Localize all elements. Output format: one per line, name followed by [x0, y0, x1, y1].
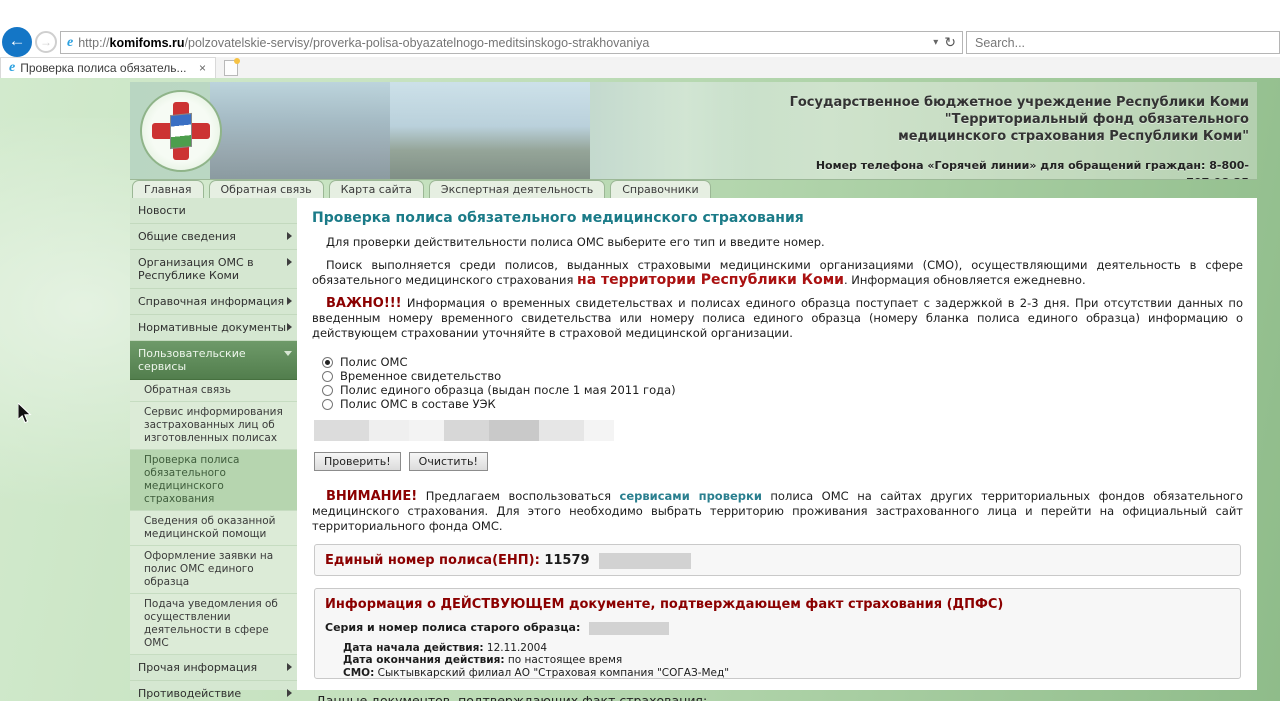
sidebar-subitem-policy-request[interactable]: Оформление заявки на полис ОМС единого о… — [130, 546, 297, 594]
komi-flag-icon — [170, 112, 192, 150]
enp-box: Единый номер полиса(ЕНП): 11579 — [314, 544, 1241, 576]
intro-paragraph: Для проверки действительности полиса ОМС… — [326, 235, 825, 249]
policy-number-input-redacted[interactable] — [314, 420, 614, 441]
browser-chrome: ← → e http://komifoms.ru/polzovatelskie-… — [0, 0, 1280, 78]
radio-option-uek[interactable]: Полис ОМС в составе УЭК — [322, 397, 1243, 411]
site-nav: Главная Обратная связь Карта сайта Экспе… — [132, 180, 711, 198]
end-date-label: Дата окончания действия: — [343, 654, 505, 666]
radio-icon[interactable] — [322, 370, 333, 382]
sidebar-item-news[interactable]: Новости — [130, 198, 297, 224]
url-domain: komifoms.ru — [109, 35, 185, 50]
check-services-link[interactable]: сервисами проверки — [620, 489, 762, 503]
radio-icon[interactable] — [322, 356, 333, 368]
browser-forward-button[interactable]: → — [35, 31, 57, 53]
nav-tab-sitemap[interactable]: Карта сайта — [328, 180, 424, 198]
site-header-banner: Государственное бюджетное учреждение Рес… — [130, 82, 1257, 180]
search-scope-paragraph: Поиск выполняется среди полисов, выданны… — [312, 258, 1243, 288]
policy-type-radio-group: Полис ОМС Временное свидетельство Полис … — [322, 355, 1243, 411]
attention-label: ВНИМАНИЕ! — [326, 489, 418, 504]
org-name-line2: "Территориальный фонд обязательного — [944, 112, 1249, 127]
sidebar-item-user-services[interactable]: Пользовательские сервисы — [130, 341, 297, 380]
territory-highlight: на территории Республики Коми — [577, 272, 844, 288]
banner-photo-collage — [390, 82, 590, 179]
start-date-value: 12.11.2004 — [483, 641, 548, 654]
sidebar-subitem-notification[interactable]: Подача уведомления об осуществлении деят… — [130, 594, 297, 655]
old-policy-label: Серия и номер полиса старого образца: — [325, 621, 581, 634]
clear-button[interactable]: Очистить! — [408, 452, 488, 471]
browser-back-button[interactable]: ← — [2, 27, 32, 57]
radio-option-temp-certificate[interactable]: Временное свидетельство — [322, 369, 1243, 383]
address-bar[interactable]: e http://komifoms.ru/polzovatelskie-serv… — [60, 31, 963, 54]
browser-search-input[interactable]: Search... — [966, 31, 1280, 54]
org-name-line1: Государственное бюджетное учреждение Рес… — [789, 95, 1249, 110]
radio-option-polis-oms[interactable]: Полис ОМС — [322, 355, 1243, 369]
chevron-right-icon — [287, 297, 292, 305]
url-path: /polzovatelskie-servisy/proverka-polisa-… — [184, 35, 650, 50]
dpfs-title: Информация о ДЕЙСТВУЮЩЕМ документе, подт… — [325, 597, 1004, 612]
important-paragraph: ВАЖНО!!! Информация о временных свидетел… — [312, 296, 1243, 340]
fund-logo — [140, 90, 222, 172]
sidebar-subitem-inform-service[interactable]: Сервис информирования застрахованных лиц… — [130, 402, 297, 450]
main-content: Проверка полиса обязательного медицинско… — [297, 198, 1257, 701]
tab-strip: e Проверка полиса обязатель... × — [0, 57, 1280, 78]
check-button[interactable]: Проверить! — [314, 452, 401, 471]
hotline-phone: Номер телефона «Горячей линии» для обращ… — [815, 159, 1249, 179]
nav-tab-home[interactable]: Главная — [132, 180, 204, 198]
tab-title: Проверка полиса обязатель... — [20, 61, 187, 75]
chevron-right-icon — [287, 258, 292, 266]
browser-tab[interactable]: e Проверка полиса обязатель... × — [0, 57, 216, 78]
chevron-right-icon — [287, 323, 292, 331]
sidebar: Новости Общие сведения Организация ОМС в… — [130, 198, 297, 701]
sidebar-subitem-policy-check[interactable]: Проверка полиса обязательного медицинско… — [130, 450, 297, 511]
smo-label: СМО: — [343, 666, 375, 679]
radio-icon[interactable] — [322, 384, 333, 396]
start-date-label: Дата начала действия: — [343, 641, 484, 654]
documents-table-title: Данные документов, подтверждающих факт с… — [316, 693, 708, 701]
radio-option-unified-polis[interactable]: Полис единого образца (выдан после 1 мая… — [322, 383, 1243, 397]
url-protocol: http:// — [78, 35, 110, 50]
enp-redacted — [599, 553, 692, 569]
end-date-value: по настоящее время — [504, 654, 623, 666]
ie-tab-icon: e — [9, 60, 16, 75]
smo-value: Сыктывкарский филиал АО "Страховая компа… — [374, 666, 730, 679]
refresh-icon[interactable]: ↻ — [944, 34, 956, 51]
mouse-cursor — [18, 403, 32, 424]
sidebar-item-reference[interactable]: Справочная информация — [130, 289, 297, 315]
close-tab-icon[interactable]: × — [196, 61, 209, 75]
sidebar-item-oms-org[interactable]: Организация ОМС в Республике Коми — [130, 250, 297, 289]
chevron-right-icon — [287, 663, 292, 671]
site-wrapper: Государственное бюджетное учреждение Рес… — [130, 82, 1257, 701]
radio-icon[interactable] — [322, 398, 333, 410]
sidebar-item-general[interactable]: Общие сведения — [130, 224, 297, 250]
ie-page-icon: e — [67, 34, 74, 50]
banner-photo-collage — [210, 82, 390, 179]
org-name-line3: медицинского страхования Республики Коми… — [898, 129, 1249, 144]
sidebar-subitem-medical-help[interactable]: Сведения об оказанной медицинской помощи — [130, 511, 297, 546]
chevron-down-icon — [284, 351, 292, 356]
sidebar-item-anticorruption[interactable]: Противодействие коррупции — [130, 681, 297, 701]
search-placeholder: Search... — [975, 35, 1026, 50]
nav-tab-directories[interactable]: Справочники — [610, 180, 711, 198]
nav-tab-feedback[interactable]: Обратная связь — [208, 180, 324, 198]
chevron-right-icon — [287, 232, 292, 240]
dpfs-box: Информация о ДЕЙСТВУЮЩЕМ документе, подт… — [314, 588, 1241, 679]
sidebar-subitem-feedback[interactable]: Обратная связь — [130, 380, 297, 402]
chevron-right-icon — [287, 689, 292, 697]
sidebar-item-documents[interactable]: Нормативные документы — [130, 315, 297, 341]
org-name: Государственное бюджетное учреждение Рес… — [789, 94, 1249, 179]
page-title: Проверка полиса обязательного медицинско… — [312, 210, 804, 226]
banner-photo-collage — [590, 82, 750, 179]
enp-label: Единый номер полиса(ЕНП): — [325, 553, 540, 568]
old-policy-redacted — [588, 621, 669, 635]
attention-paragraph: ВНИМАНИЕ! Предлагаем воспользоваться сер… — [312, 489, 1243, 533]
new-tab-button[interactable] — [224, 58, 240, 76]
important-label: ВАЖНО!!! — [326, 296, 402, 311]
back-icon: ← — [8, 31, 26, 50]
forward-icon: → — [40, 35, 52, 49]
address-dropdown-icon[interactable]: ▾ — [933, 37, 938, 48]
enp-value: 11579 — [539, 553, 590, 568]
sidebar-item-other-info[interactable]: Прочая информация — [130, 655, 297, 681]
nav-tab-expert[interactable]: Экспертная деятельность — [428, 180, 606, 198]
